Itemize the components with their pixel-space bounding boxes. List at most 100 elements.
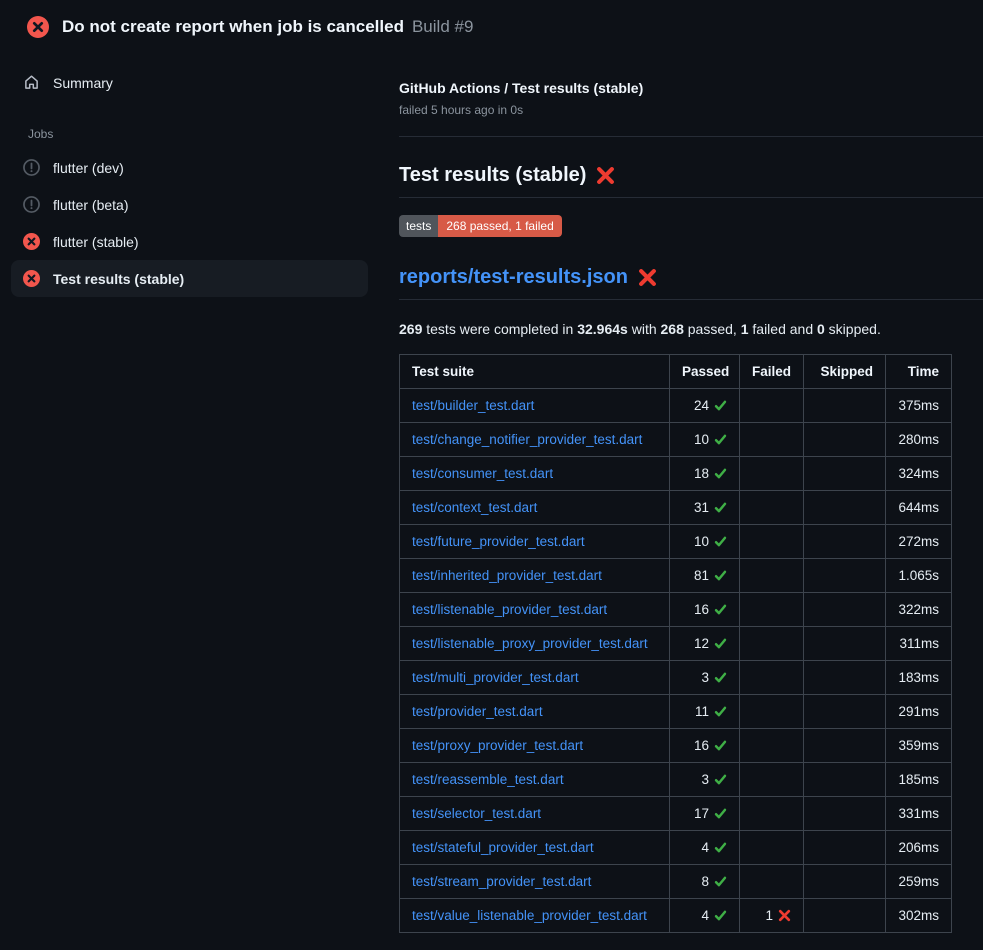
- skipped-cell: [804, 763, 886, 797]
- test-suite-link[interactable]: test/value_listenable_provider_test.dart: [412, 908, 647, 923]
- suite-cell: test/change_notifier_provider_test.dart: [400, 423, 670, 457]
- time-cell: 291ms: [886, 695, 952, 729]
- time-cell: 375ms: [886, 389, 952, 423]
- failed-cell: [740, 559, 804, 593]
- table-row: test/listenable_proxy_provider_test.dart…: [400, 627, 952, 661]
- passed-count: 31: [694, 500, 709, 515]
- summary-fragment: 1: [741, 321, 749, 337]
- test-suite-link[interactable]: test/proxy_provider_test.dart: [412, 738, 583, 753]
- test-suite-link[interactable]: test/selector_test.dart: [412, 806, 541, 821]
- sidebar-item-label: flutter (beta): [53, 197, 128, 213]
- time-cell: 185ms: [886, 763, 952, 797]
- sidebar-item-job[interactable]: Test results (stable): [11, 260, 368, 297]
- test-suite-link[interactable]: test/listenable_provider_test.dart: [412, 602, 607, 617]
- suite-cell: test/stream_provider_test.dart: [400, 865, 670, 899]
- test-suite-link[interactable]: test/multi_provider_test.dart: [412, 670, 579, 685]
- sidebar-item-job[interactable]: flutter (stable): [11, 223, 368, 260]
- main-content: GitHub Actions / Test results (stable) f…: [388, 50, 983, 933]
- passed-count: 4: [701, 840, 709, 855]
- table-row: test/selector_test.dart17331ms: [400, 797, 952, 831]
- summary-fragment: 0: [817, 321, 825, 337]
- time-cell: 302ms: [886, 899, 952, 933]
- passed-cell: 4: [670, 899, 740, 933]
- time-cell: 280ms: [886, 423, 952, 457]
- table-row: test/value_listenable_provider_test.dart…: [400, 899, 952, 933]
- test-suite-link[interactable]: test/listenable_proxy_provider_test.dart: [412, 636, 648, 651]
- cross-mark-icon: [596, 166, 615, 185]
- test-results-table: Test suitePassedFailedSkippedTime test/b…: [399, 354, 952, 933]
- cross-mark-icon: [638, 268, 657, 287]
- failed-cell: [740, 831, 804, 865]
- table-row: test/inherited_provider_test.dart811.065…: [400, 559, 952, 593]
- divider: [399, 136, 983, 137]
- passed-count: 18: [694, 466, 709, 481]
- passed-count: 8: [701, 874, 709, 889]
- sidebar-item-summary[interactable]: Summary: [11, 64, 368, 101]
- failed-cell: [740, 593, 804, 627]
- sidebar-item-job[interactable]: flutter (dev): [11, 149, 368, 186]
- skipped-cell: [804, 423, 886, 457]
- sidebar-item-label: Summary: [53, 75, 113, 91]
- test-suite-link[interactable]: test/builder_test.dart: [412, 398, 534, 413]
- table-row: test/proxy_provider_test.dart16359ms: [400, 729, 952, 763]
- passed-count: 16: [694, 602, 709, 617]
- time-cell: 183ms: [886, 661, 952, 695]
- failed-cell: [740, 865, 804, 899]
- passed-cell: 3: [670, 763, 740, 797]
- skipped-cell: [804, 899, 886, 933]
- skipped-cell: [804, 593, 886, 627]
- home-icon: [23, 74, 40, 91]
- failed-cell: [740, 389, 804, 423]
- page-title: Do not create report when job is cancell…: [62, 17, 404, 37]
- column-header: Test suite: [400, 355, 670, 389]
- passed-count: 3: [701, 772, 709, 787]
- suite-cell: test/selector_test.dart: [400, 797, 670, 831]
- passed-count: 4: [701, 908, 709, 923]
- badge-value: 268 passed, 1 failed: [438, 215, 561, 237]
- passed-cell: 24: [670, 389, 740, 423]
- skipped-cell: [804, 491, 886, 525]
- summary-fragment: skipped.: [825, 321, 881, 337]
- report-file-link[interactable]: reports/test-results.json: [399, 266, 628, 289]
- suite-cell: test/context_test.dart: [400, 491, 670, 525]
- test-suite-link[interactable]: test/context_test.dart: [412, 500, 537, 515]
- test-suite-link[interactable]: test/inherited_provider_test.dart: [412, 568, 602, 583]
- report-heading: reports/test-results.json: [399, 266, 983, 300]
- skipped-cell: [804, 695, 886, 729]
- table-row: test/stateful_provider_test.dart 4 206ms: [400, 831, 952, 865]
- passed-cell: 16: [670, 729, 740, 763]
- test-suite-link[interactable]: test/provider_test.dart: [412, 704, 543, 719]
- test-suite-link[interactable]: test/stream_provider_test.dart: [412, 874, 591, 889]
- sidebar-item-job[interactable]: flutter (beta): [11, 186, 368, 223]
- time-cell: 206ms: [886, 831, 952, 865]
- suite-cell: test/proxy_provider_test.dart: [400, 729, 670, 763]
- test-suite-link[interactable]: test/reassemble_test.dart: [412, 772, 564, 787]
- passed-count: 12: [694, 636, 709, 651]
- skipped-cell: [804, 389, 886, 423]
- tests-summary-text: 269 tests were completed in 32.964s with…: [399, 321, 983, 337]
- neutral-alert-icon: [23, 196, 40, 213]
- sidebar-item-label: Test results (stable): [53, 271, 184, 287]
- passed-count: 24: [694, 398, 709, 413]
- test-suite-link[interactable]: test/consumer_test.dart: [412, 466, 553, 481]
- table-row: test/provider_test.dart11291ms: [400, 695, 952, 729]
- test-suite-link[interactable]: test/stateful_provider_test.dart: [412, 840, 594, 855]
- summary-fragment: passed,: [684, 321, 741, 337]
- summary-fragment: tests were completed in: [422, 321, 577, 337]
- skipped-cell: [804, 797, 886, 831]
- failed-circle-icon: [23, 233, 40, 250]
- suite-cell: test/multi_provider_test.dart: [400, 661, 670, 695]
- suite-cell: test/value_listenable_provider_test.dart: [400, 899, 670, 933]
- passed-cell: 16: [670, 593, 740, 627]
- summary-fragment: 268: [661, 321, 684, 337]
- test-suite-link[interactable]: test/change_notifier_provider_test.dart: [412, 432, 642, 447]
- passed-cell: 4: [670, 831, 740, 865]
- failed-circle-icon: [27, 16, 49, 38]
- failed-cell: [740, 525, 804, 559]
- summary-fragment: 269: [399, 321, 422, 337]
- sidebar-item-label: flutter (stable): [53, 234, 139, 250]
- table-row: test/change_notifier_provider_test.dart1…: [400, 423, 952, 457]
- test-suite-link[interactable]: test/future_provider_test.dart: [412, 534, 585, 549]
- passed-cell: 10: [670, 525, 740, 559]
- passed-count: 10: [694, 534, 709, 549]
